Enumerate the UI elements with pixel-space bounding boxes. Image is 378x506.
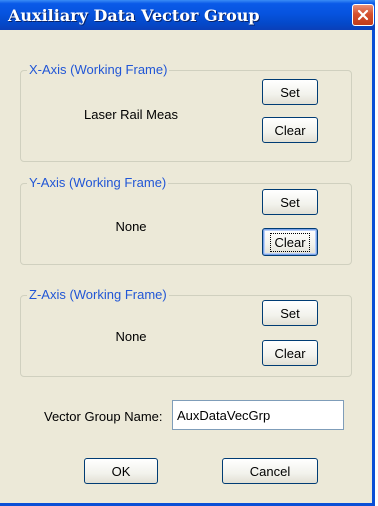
title-bar[interactable]: Auxiliary Data Vector Group [0,0,375,30]
cancel-button[interactable]: Cancel [222,458,318,484]
z-axis-legend: Z-Axis (Working Frame) [27,287,169,302]
y-axis-set-button[interactable]: Set [262,189,318,215]
y-axis-value: None [115,219,147,234]
z-axis-group: Z-Axis (Working Frame) None Set Clear [20,287,352,377]
z-axis-clear-button[interactable]: Clear [262,340,318,366]
x-axis-value: Laser Rail Meas [84,107,178,122]
dialog-window: Auxiliary Data Vector Group X-Axis (Work… [0,0,375,506]
vector-group-name-input[interactable] [172,400,344,430]
y-axis-clear-label: Clear [270,232,310,252]
y-axis-clear-button[interactable]: Clear [262,228,318,256]
vector-group-name-label: Vector Group Name: [44,409,163,424]
close-button[interactable] [352,4,374,26]
x-axis-legend: X-Axis (Working Frame) [27,62,170,77]
x-axis-set-button[interactable]: Set [262,79,318,105]
x-axis-clear-button[interactable]: Clear [262,117,318,143]
y-axis-group: Y-Axis (Working Frame) None Set Clear [20,175,352,265]
z-axis-set-button[interactable]: Set [262,300,318,326]
dialog-title: Auxiliary Data Vector Group [8,6,260,25]
y-axis-legend: Y-Axis (Working Frame) [27,175,169,190]
ok-button[interactable]: OK [84,458,158,484]
z-axis-value: None [115,329,147,344]
close-icon [357,9,369,21]
x-axis-group: X-Axis (Working Frame) Laser Rail Meas S… [20,62,352,162]
